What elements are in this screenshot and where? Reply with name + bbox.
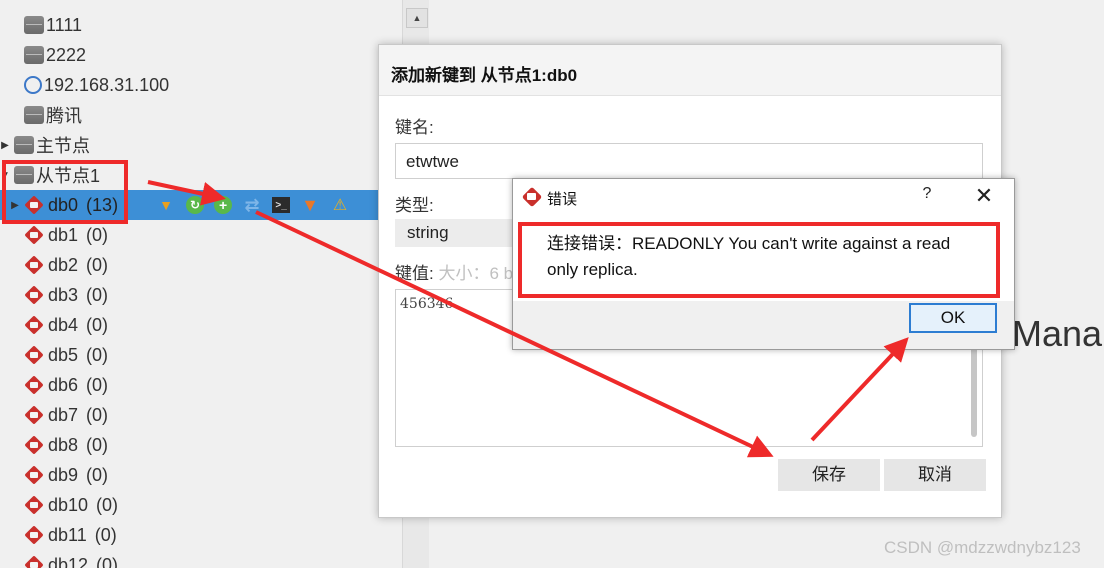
db-key-count: (0) (86, 254, 109, 275)
tree-item-label: 192.168.31.100 (44, 74, 170, 95)
key-name-label: 键名: (395, 118, 434, 137)
redis-db-icon (24, 316, 46, 334)
filter-icon[interactable]: ▼ (156, 195, 176, 215)
redis-db-icon (24, 406, 46, 424)
save-button[interactable]: 保存 (778, 459, 880, 491)
refresh-icon[interactable]: ⇄ (242, 195, 262, 215)
watermark: CSDN @mdzzwdnybz123 (884, 538, 1081, 557)
tree-item-db[interactable]: db4 (0) (0, 310, 108, 340)
tree-item-server-tencent[interactable]: 腾讯 (0, 100, 82, 130)
tree-item-server-master[interactable]: ▶ 主节点 (0, 130, 90, 160)
db-label: db7 (48, 404, 79, 425)
help-button[interactable]: ? (919, 185, 935, 207)
tree-item-server-1111[interactable]: 1111 (0, 10, 82, 40)
redis-db-icon (24, 346, 46, 364)
tree-item-db[interactable]: db6 (0) (0, 370, 108, 400)
redis-db-icon (24, 466, 46, 484)
annotation-box-slave-node (2, 160, 128, 224)
db-key-count: (0) (86, 314, 109, 335)
close-button[interactable]: ✕ (971, 183, 997, 209)
server-icon (24, 46, 44, 64)
tree-item-label: 1111 (46, 14, 83, 35)
db-label: db4 (48, 314, 79, 335)
tree-item-label: 腾讯 (46, 106, 82, 126)
tree-item-db[interactable]: db2 (0) (0, 250, 108, 280)
value-label-row: 键值: 大小：6 b (395, 259, 513, 284)
db-label: db11 (48, 524, 87, 545)
tree-item-db[interactable]: db12 (0) (0, 550, 118, 568)
db-key-count: (0) (86, 344, 109, 365)
annotation-box-error-message (518, 222, 1000, 298)
connection-tree: 1111 2222 192.168.31.100 腾讯 ▶ 主节点 ▼ 从节点1… (0, 0, 402, 568)
app-logo-icon-inner (527, 193, 536, 200)
tree-item-db[interactable]: db8 (0) (0, 430, 108, 460)
type-label: 类型: (395, 196, 434, 215)
expand-arrow-icon[interactable]: ▶ (0, 140, 10, 151)
redis-db-icon (24, 496, 46, 514)
flush-icon[interactable]: ▼ (300, 195, 320, 215)
server-icon (14, 136, 34, 154)
db-label: db6 (48, 374, 79, 395)
key-name-input[interactable]: etwtwe (395, 143, 983, 179)
cancel-button[interactable]: 取消 (884, 459, 986, 491)
value-scrollbar[interactable] (971, 335, 977, 437)
value-size-hint: 大小：6 b (438, 264, 514, 283)
tree-item-db[interactable]: db1 (0) (0, 220, 108, 250)
redis-db-icon (24, 436, 46, 454)
warning-icon[interactable]: ⚠ (330, 195, 350, 215)
tree-item-db[interactable]: db3 (0) (0, 280, 108, 310)
db-key-count: (0) (96, 554, 119, 568)
db-key-count: (0) (94, 524, 117, 545)
tree-item-db[interactable]: db10 (0) (0, 490, 118, 520)
tree-item-label: 主节点 (36, 136, 90, 156)
server-icon (24, 106, 44, 124)
add-key-icon[interactable]: + (214, 196, 233, 214)
db-key-count: (0) (86, 374, 109, 395)
error-title: 错误 (547, 191, 578, 208)
db-label: db1 (48, 224, 79, 245)
redis-db-icon (24, 376, 46, 394)
welcome-text-partial: Mana (1012, 313, 1103, 354)
db-key-count: (0) (86, 434, 109, 455)
redis-db-icon (24, 556, 46, 568)
tree-item-label: 2222 (46, 44, 87, 65)
tree-item-db[interactable]: db5 (0) (0, 340, 108, 370)
db-key-count: (0) (86, 464, 109, 485)
db-label: db10 (48, 494, 89, 515)
db-key-count: (0) (86, 284, 109, 305)
error-titlebar: 错误 ? ✕ (513, 179, 1014, 215)
dialog-titlebar: 添加新键到 从节点1:db0 (379, 45, 1001, 96)
server-icon (24, 16, 44, 34)
tree-item-db[interactable]: db9 (0) (0, 460, 108, 490)
db-key-count: (0) (96, 494, 119, 515)
db-label: db2 (48, 254, 79, 275)
tree-item-db[interactable]: db7 (0) (0, 400, 108, 430)
db-key-count: (0) (86, 404, 109, 425)
db-label: db3 (48, 284, 79, 305)
redis-db-icon (24, 226, 46, 244)
console-icon[interactable]: >_ (272, 197, 291, 213)
tree-item-server-2222[interactable]: 2222 (0, 40, 86, 70)
clock-icon (24, 76, 42, 94)
ok-button[interactable]: OK (909, 303, 997, 333)
db-label: db5 (48, 344, 79, 365)
redis-db-icon (24, 286, 46, 304)
dialog-title: 添加新键到 从节点1:db0 (391, 66, 578, 85)
db-label: db8 (48, 434, 79, 455)
reload-icon[interactable]: ↻ (186, 196, 205, 214)
db-label: db12 (48, 554, 89, 568)
scroll-up-icon[interactable]: ▲ (406, 8, 428, 28)
db-key-count: (0) (86, 224, 109, 245)
tree-item-db[interactable]: db11 (0) (0, 520, 117, 550)
value-label: 键值: (395, 264, 434, 283)
redis-db-icon (24, 526, 46, 544)
tree-item-server-ip[interactable]: 192.168.31.100 (0, 70, 169, 100)
db-label: db9 (48, 464, 79, 485)
redis-db-icon (24, 256, 46, 274)
